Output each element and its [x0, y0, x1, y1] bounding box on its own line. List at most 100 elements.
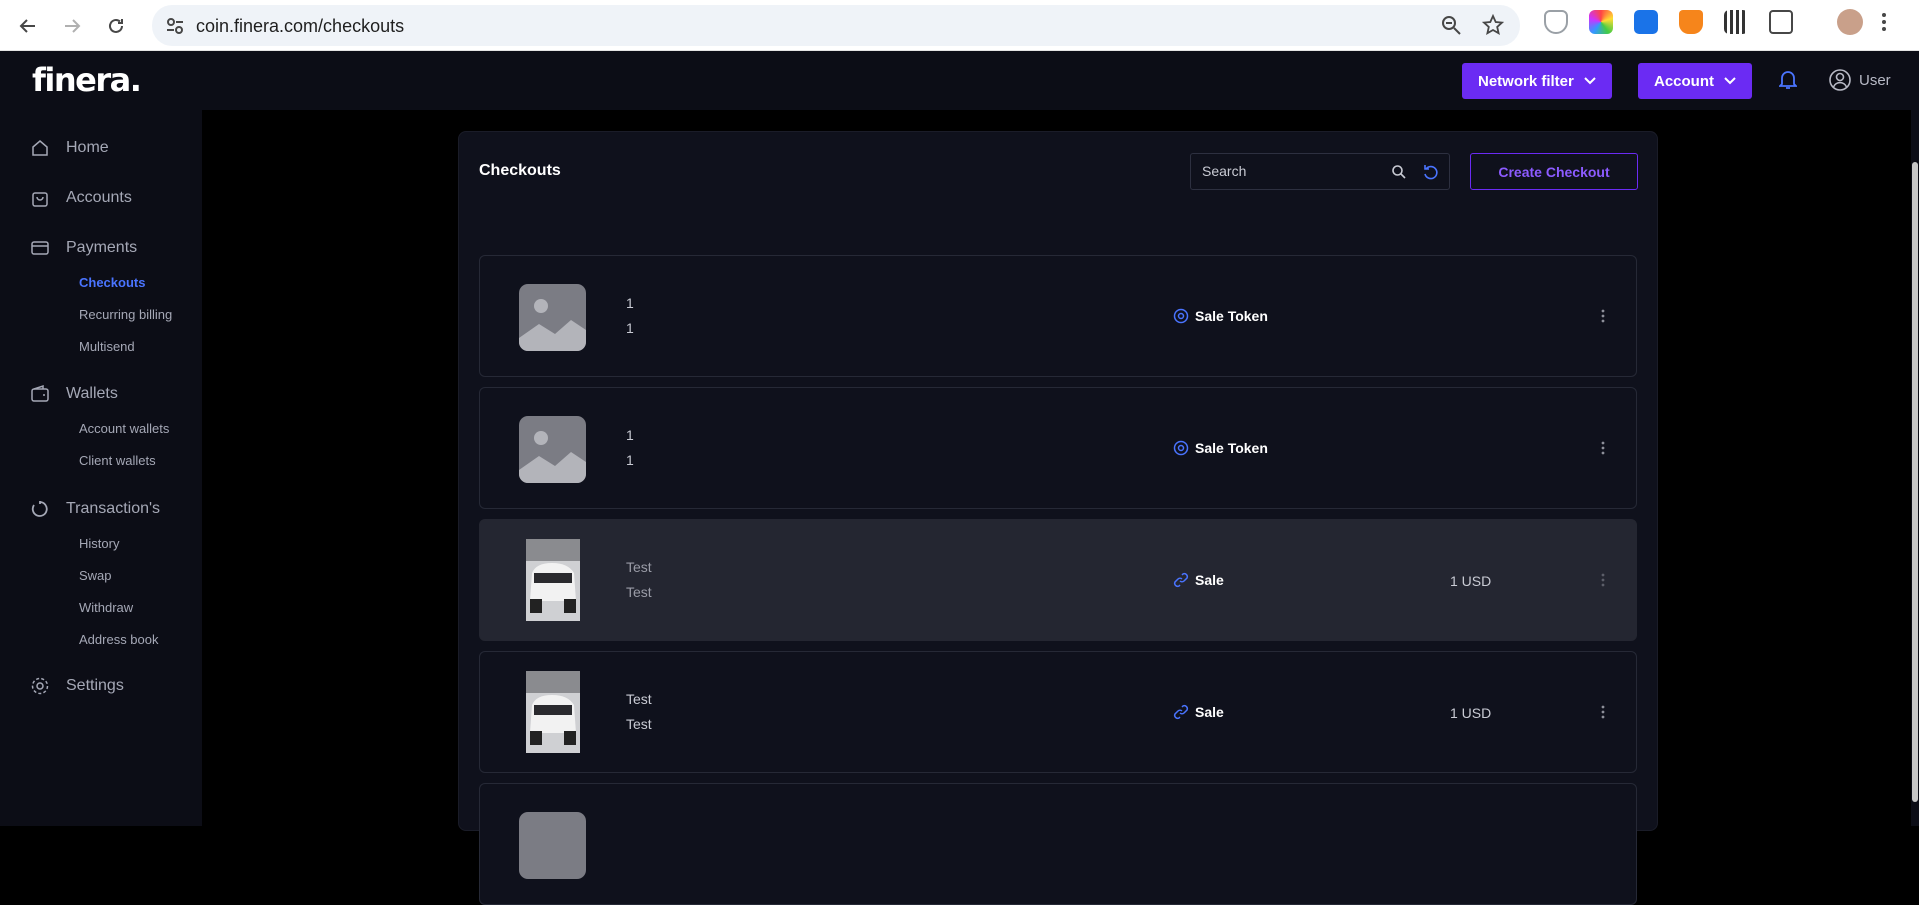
extensions-puzzle-icon[interactable]	[1769, 10, 1793, 34]
url-text: coin.finera.com/checkouts	[196, 16, 405, 36]
app-header: finera. Network filter Account User	[0, 51, 1919, 110]
checkout-type: Sale	[1173, 704, 1224, 720]
car-photo-thumbnail	[526, 539, 580, 621]
sidebar-item-multisend[interactable]: Multisend	[79, 339, 135, 354]
sidebar-item-history[interactable]: History	[79, 536, 119, 551]
checkout-type: Sale	[1173, 572, 1224, 588]
more-options-icon[interactable]	[1600, 440, 1606, 456]
checkout-description: 1	[626, 452, 634, 468]
sidebar-item-transactions[interactable]: Transaction's	[30, 499, 160, 519]
reload-icon[interactable]	[98, 8, 134, 44]
checkouts-panel: Checkouts Search Create Checkout 1 1 Sal…	[458, 131, 1658, 905]
checkout-name: 1	[626, 295, 634, 311]
wallet-icon	[31, 384, 49, 402]
user-circle-icon	[1829, 69, 1851, 91]
sidebar: Home Accounts Payments Checkouts Recurri…	[0, 110, 202, 826]
card-icon	[31, 241, 49, 255]
user-menu[interactable]: User	[1829, 69, 1891, 91]
checkout-type: Sale Token	[1173, 308, 1268, 324]
bell-icon[interactable]	[1779, 70, 1797, 90]
sidebar-item-checkouts[interactable]: Checkouts	[79, 275, 145, 290]
network-filter-label: Network filter	[1478, 72, 1574, 90]
browser-menu-icon[interactable]	[1880, 11, 1888, 33]
car-photo-thumbnail	[526, 671, 580, 753]
checkout-card[interactable]: 1 1 Sale Token	[479, 255, 1637, 377]
sidebar-item-swap[interactable]: Swap	[79, 568, 112, 583]
sidebar-item-recurring-billing[interactable]: Recurring billing	[79, 307, 172, 322]
sidebar-item-home[interactable]: Home	[30, 138, 109, 158]
network-filter-button[interactable]: Network filter	[1462, 63, 1612, 99]
link-icon	[1173, 572, 1189, 588]
sidebar-item-client-wallets[interactable]: Client wallets	[79, 453, 156, 468]
checkout-card[interactable]: Test Test Sale 1 USD	[479, 519, 1637, 641]
account-label: Account	[1654, 72, 1714, 90]
sidebar-item-payments[interactable]: Payments	[30, 238, 137, 258]
page-title: Checkouts	[479, 162, 561, 179]
checkout-card[interactable]: Test Test Sale 1 USD	[479, 651, 1637, 773]
bag-icon	[32, 192, 48, 207]
checkout-card[interactable]	[479, 783, 1637, 905]
address-bar[interactable]: coin.finera.com/checkouts	[152, 5, 1520, 46]
more-options-icon[interactable]	[1600, 572, 1606, 588]
sidebar-item-accounts[interactable]: Accounts	[30, 188, 132, 208]
sidebar-item-settings[interactable]: Settings	[30, 676, 124, 696]
history-icon	[31, 501, 48, 517]
user-label: User	[1859, 71, 1891, 89]
app-root: finera. Network filter Account User Home…	[0, 51, 1919, 905]
checkout-description: Test	[626, 716, 652, 732]
sidebar-item-account-wallets[interactable]: Account wallets	[79, 421, 169, 436]
finera-logo[interactable]: finera.	[32, 61, 142, 99]
checkout-type-label: Sale Token	[1195, 308, 1268, 324]
zoom-icon[interactable]	[1440, 14, 1462, 36]
sidebar-label-accounts: Accounts	[66, 189, 132, 206]
token-icon	[1173, 440, 1189, 456]
site-settings-icon[interactable]	[164, 15, 186, 37]
link-icon	[1173, 704, 1189, 720]
checkout-name: 1	[626, 427, 634, 443]
forward-icon[interactable]	[54, 8, 90, 44]
bookmark-star-icon[interactable]	[1482, 14, 1504, 36]
browser-toolbar: coin.finera.com/checkouts	[0, 0, 1919, 51]
screen-capture-extension-icon[interactable]	[1634, 10, 1658, 34]
checkout-type-label: Sale Token	[1195, 440, 1268, 456]
checkout-description: 1	[626, 320, 634, 336]
search-placeholder: Search	[1202, 163, 1247, 179]
account-button[interactable]: Account	[1638, 63, 1752, 99]
refresh-icon[interactable]	[1422, 163, 1440, 181]
sidebar-label-payments: Payments	[66, 239, 138, 256]
checkout-name: Test	[626, 691, 652, 707]
sidebar-item-address-book[interactable]: Address book	[79, 632, 159, 647]
image-placeholder-icon	[519, 284, 586, 351]
scrollbar-thumb[interactable]	[1912, 162, 1918, 802]
sidebar-item-wallets[interactable]: Wallets	[30, 384, 118, 404]
metamask-fox-icon[interactable]	[1679, 10, 1703, 34]
checkout-price: 1 USD	[1450, 705, 1492, 721]
checkout-type-label: Sale	[1195, 572, 1224, 588]
gear-icon	[31, 677, 49, 695]
page-scrollbar[interactable]	[1911, 110, 1919, 826]
sidebar-label-settings: Settings	[66, 677, 124, 694]
checkout-description: Test	[626, 584, 652, 600]
qr-code-extension-icon[interactable]	[1724, 10, 1748, 34]
checkout-type-label: Sale	[1195, 704, 1224, 720]
checkout-name: Test	[626, 559, 652, 575]
profile-avatar-icon[interactable]	[1837, 9, 1863, 35]
chevron-down-icon	[1724, 77, 1736, 85]
chevron-down-icon	[1584, 77, 1596, 85]
sidebar-item-withdraw[interactable]: Withdraw	[79, 600, 133, 615]
create-checkout-button[interactable]: Create Checkout	[1470, 153, 1638, 190]
image-placeholder-icon	[519, 416, 586, 483]
sidebar-label-home: Home	[66, 139, 109, 156]
color-extension-icon[interactable]	[1589, 10, 1613, 34]
shield-extension-icon[interactable]	[1544, 10, 1568, 34]
more-options-icon[interactable]	[1600, 704, 1606, 720]
back-icon[interactable]	[10, 8, 46, 44]
sidebar-label-transactions: Transaction's	[66, 500, 161, 517]
checkout-price: 1 USD	[1450, 573, 1492, 589]
token-icon	[1173, 308, 1189, 324]
search-input[interactable]: Search	[1190, 153, 1450, 190]
checkout-type: Sale Token	[1173, 440, 1268, 456]
more-options-icon[interactable]	[1600, 308, 1606, 324]
search-icon[interactable]	[1391, 164, 1407, 180]
checkout-card[interactable]: 1 1 Sale Token	[479, 387, 1637, 509]
